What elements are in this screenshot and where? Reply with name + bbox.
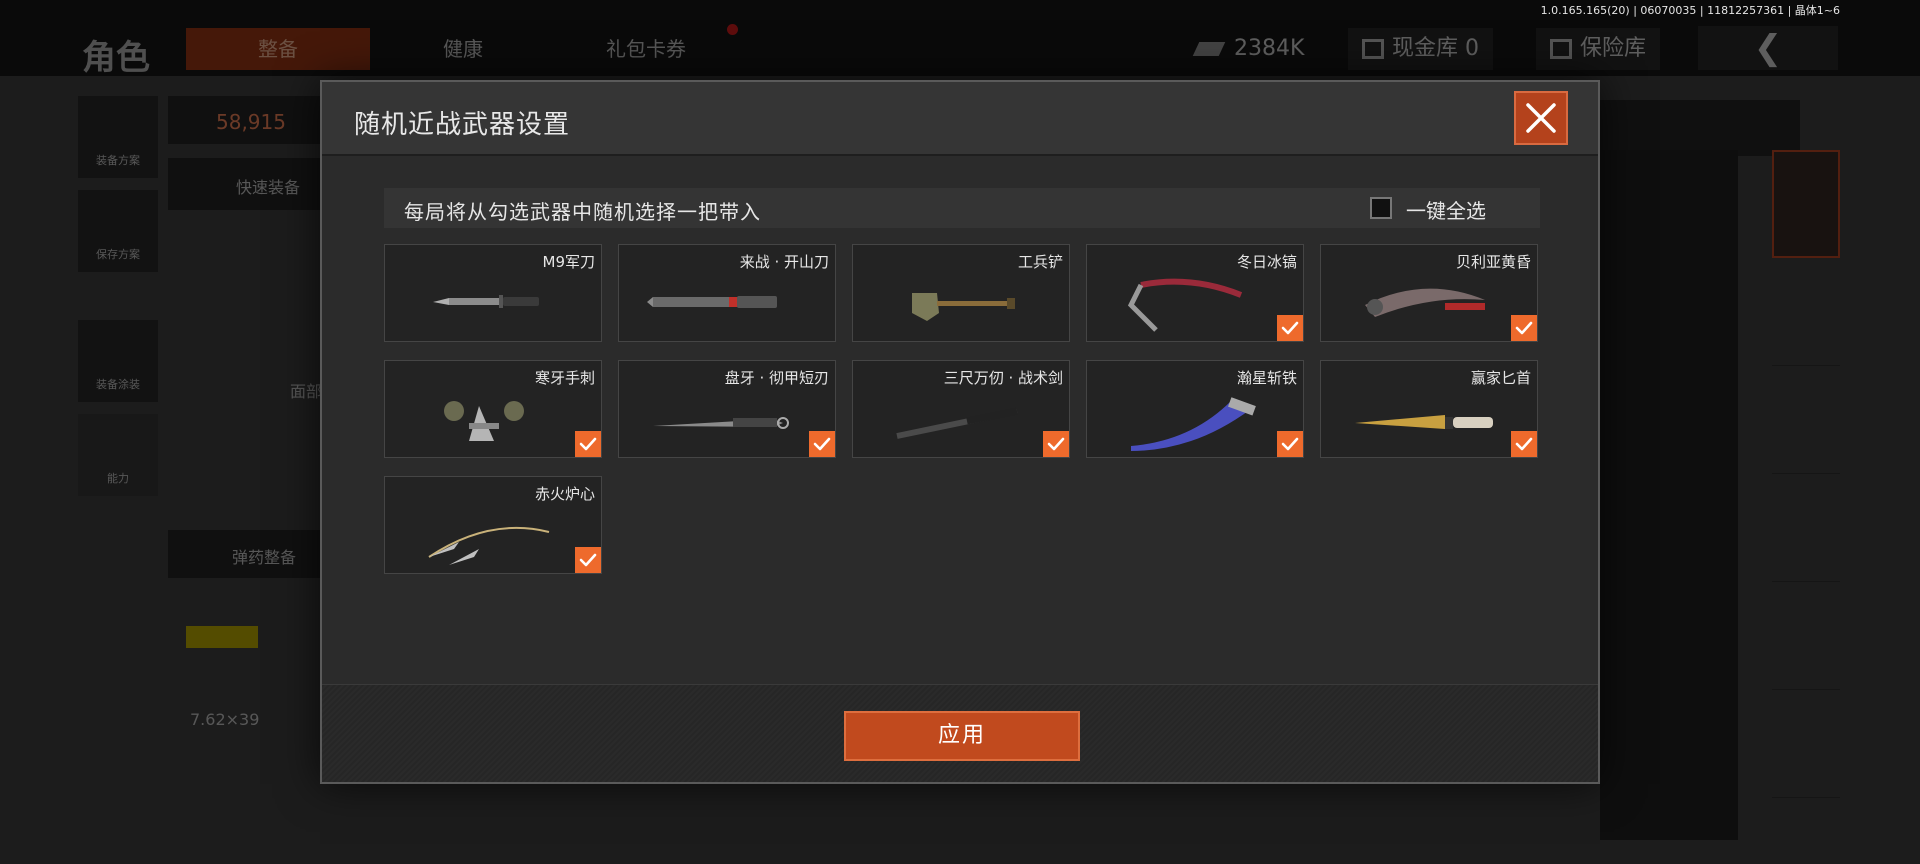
checkbox-checked[interactable] <box>1277 315 1303 341</box>
ice-pick-icon <box>1127 278 1243 332</box>
select-all-label: 一键全选 <box>1406 199 1486 223</box>
curved-blade-icon <box>1365 288 1485 317</box>
cash-vault-label: 现金库 0 <box>1392 36 1479 61</box>
weapon-card[interactable]: M9军刀 <box>384 244 602 342</box>
short-blade-icon <box>653 417 789 429</box>
modal-title: 随机近战武器设置 <box>354 110 571 140</box>
rail-item-ability[interactable]: 能力 <box>78 414 158 496</box>
right-rail-item-1[interactable] <box>1772 150 1840 258</box>
weapon-name: 贝利亚黄昏 <box>1455 253 1531 271</box>
checkbox-checked[interactable] <box>809 431 835 457</box>
safe-icon <box>1550 39 1572 59</box>
weapon-card[interactable]: 寒牙手刺 <box>384 360 602 458</box>
weapon-card[interactable]: 工兵铲 <box>852 244 1070 342</box>
ammo-prep-label: 弹药整备 <box>232 548 297 567</box>
right-rail-item-2[interactable] <box>1772 258 1840 366</box>
weapon-name: 来战 · 开山刀 <box>739 253 829 271</box>
checkbox-checked[interactable] <box>1277 431 1303 457</box>
tab-health[interactable]: 健康 <box>388 28 538 70</box>
ammo-caliber: 7.62×39 <box>190 710 260 729</box>
weapon-slots <box>1600 150 1738 840</box>
version-text: 1.0.165.165(20) | 06070035 | 11812257361… <box>1540 4 1840 17</box>
weapon-card[interactable]: 来战 · 开山刀 <box>618 244 836 342</box>
info-bar: 每局将从勾选武器中随机选择一把带入 一键全选 <box>384 188 1540 228</box>
tactical-sword-icon <box>896 407 1018 439</box>
push-dagger-icon <box>444 401 524 441</box>
right-rail-item-3[interactable] <box>1772 366 1840 474</box>
checkmark-icon <box>579 437 597 451</box>
close-icon <box>1526 103 1556 133</box>
modal-footer: 应用 <box>322 684 1598 782</box>
face-label: 面部 <box>290 382 323 401</box>
close-button[interactable] <box>1514 91 1568 145</box>
right-rail-item-5[interactable] <box>1772 582 1840 690</box>
weapon-name: 瀚星斩铁 <box>1236 369 1297 387</box>
weapon-card[interactable]: 三尺万仞 · 战术剑 <box>852 360 1070 458</box>
modal-header: 随机近战武器设置 <box>322 82 1598 156</box>
weapon-name: 赢家匕首 <box>1470 369 1531 387</box>
checkbox-checked[interactable] <box>1511 315 1537 341</box>
right-rail-item-6[interactable] <box>1772 690 1840 798</box>
apply-button[interactable]: 应用 <box>844 711 1080 761</box>
cash-display: 2384K <box>1192 28 1305 70</box>
checkmark-icon <box>579 553 597 567</box>
machete-icon <box>647 296 777 308</box>
rail-item-loadout[interactable]: 装备方案 <box>78 96 158 178</box>
select-all-checkbox[interactable]: 一键全选 <box>1370 195 1520 223</box>
weapon-card[interactable]: 贝利亚黄昏 <box>1320 244 1538 342</box>
rail-item-save[interactable]: 保存方案 <box>78 190 158 272</box>
quick-equip-label: 快速装备 <box>236 178 301 197</box>
weapon-name: 冬日冰镐 <box>1236 253 1297 271</box>
safe-button[interactable]: 保险库 <box>1536 28 1661 70</box>
checkmark-icon <box>1515 437 1533 451</box>
rail-item-skin[interactable]: 装备涂装 <box>78 320 158 402</box>
weapon-name: 三尺万仞 · 战术剑 <box>943 369 1063 387</box>
checkbox-checked[interactable] <box>575 431 601 457</box>
weapon-card[interactable]: 瀚星斩铁 <box>1086 360 1304 458</box>
checkbox-box <box>1370 197 1392 219</box>
kukri-icon <box>1131 397 1256 451</box>
checkbox-checked[interactable] <box>1511 431 1537 457</box>
weapon-card[interactable]: 赤火炉心 <box>384 476 602 574</box>
weapon-name: 工兵铲 <box>1017 253 1063 271</box>
cash-icon <box>1192 42 1226 56</box>
notification-dot <box>727 24 738 35</box>
weapon-card[interactable]: 冬日冰镐 <box>1086 244 1304 342</box>
right-panel-header <box>1600 100 1800 156</box>
weapon-name: 赤火炉心 <box>534 485 595 503</box>
checkmark-icon <box>1515 321 1533 335</box>
weapon-card[interactable]: 盘牙 · 彻甲短刃 <box>618 360 836 458</box>
right-rail <box>1772 150 1840 798</box>
left-rail: 装备方案 保存方案 装备涂装 能力 <box>78 96 158 508</box>
page-title: 角色 <box>82 38 150 78</box>
checkmark-icon <box>813 437 831 451</box>
right-rail-item-4[interactable] <box>1772 474 1840 582</box>
back-button[interactable]: ❮ <box>1698 26 1838 70</box>
weapon-card[interactable]: 赢家匕首 <box>1320 360 1538 458</box>
info-text: 每局将从勾选武器中随机选择一把带入 <box>404 200 761 224</box>
weapon-name: M9军刀 <box>542 253 596 271</box>
tab-equip[interactable]: 整备 <box>186 28 370 70</box>
checkbox-checked[interactable] <box>1043 431 1069 457</box>
cash-vault-button[interactable]: 现金库 0 <box>1348 28 1493 70</box>
combat-knife-icon <box>433 295 539 308</box>
checkmark-icon <box>1281 321 1299 335</box>
checkmark-icon <box>1281 437 1299 451</box>
shovel-icon <box>912 293 1015 321</box>
weapon-name: 盘牙 · 彻甲短刃 <box>724 369 829 387</box>
gold-dagger-icon <box>1355 415 1493 429</box>
weapon-name: 寒牙手刺 <box>534 369 595 387</box>
safe-label: 保险库 <box>1580 36 1647 61</box>
random-melee-modal: 随机近战武器设置 每局将从勾选武器中随机选择一把带入 一键全选 M9军刀 来战 ·… <box>320 80 1600 784</box>
cash-amount: 2384K <box>1234 36 1305 61</box>
ammo-item <box>186 626 258 648</box>
rope-darts-icon <box>428 526 550 565</box>
weight-value: 58,915 <box>216 110 286 134</box>
checkmark-icon <box>1047 437 1065 451</box>
tab-gift-cards[interactable]: 礼包卡券 <box>556 28 736 70</box>
vault-icon <box>1362 39 1384 59</box>
checkbox-checked[interactable] <box>575 547 601 573</box>
